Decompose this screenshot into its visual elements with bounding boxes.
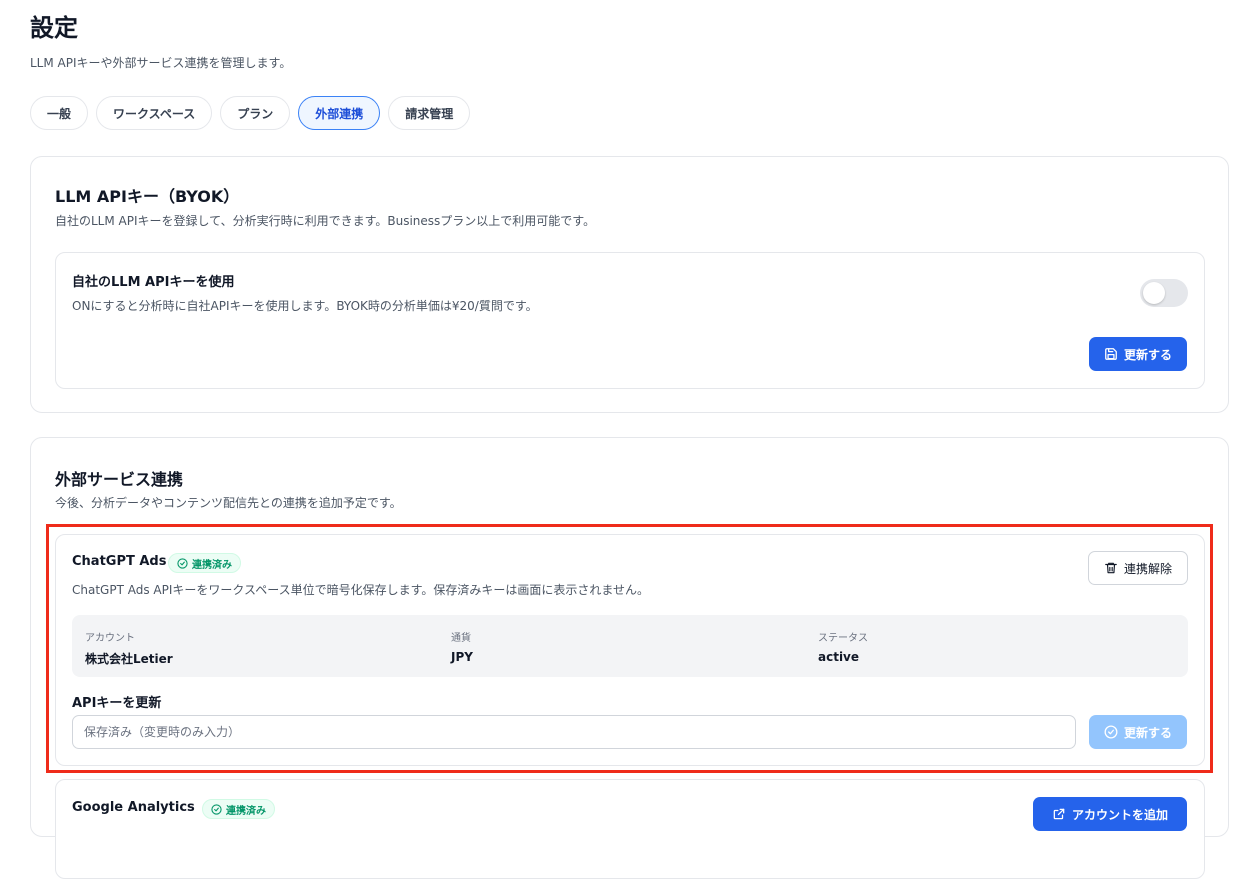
save-icon — [1104, 347, 1118, 361]
check-circle-icon — [211, 803, 222, 815]
llm-update-button[interactable]: 更新する — [1089, 337, 1187, 371]
add-account-button[interactable]: アカウントを追加 — [1033, 797, 1187, 831]
external-card-description: 今後、分析データやコンテンツ配信先との連携を追加予定です。 — [55, 496, 402, 510]
google-analytics-name: Google Analytics — [72, 800, 195, 815]
tab-plan[interactable]: プラン — [220, 96, 291, 130]
external-link-icon — [1052, 807, 1066, 821]
llm-card-description: 自社のLLM APIキーを登録して、分析実行時に利用できます。Businessプ… — [55, 214, 596, 228]
google-analytics-panel: Google Analytics 連携済み アカウントを追加 — [55, 779, 1205, 879]
byok-setting-title: 自社のLLM APIキーを使用 — [72, 275, 235, 290]
add-account-label: アカウントを追加 — [1071, 807, 1168, 822]
toggle-knob — [1143, 282, 1165, 304]
byok-setting-panel: 自社のLLM APIキーを使用 ONにすると分析時に自社APIキーを使用します。… — [55, 252, 1205, 389]
llm-update-label: 更新する — [1123, 347, 1172, 362]
byok-toggle[interactable] — [1140, 279, 1188, 307]
page-title: 設定 — [30, 14, 78, 42]
llm-card-title: LLM APIキー（BYOK） — [55, 187, 240, 206]
highlight-annotation-box — [46, 524, 1213, 773]
llm-api-key-card: LLM APIキー（BYOK） 自社のLLM APIキーを登録して、分析実行時に… — [30, 156, 1229, 413]
external-card-title: 外部サービス連携 — [55, 470, 184, 489]
page-subtitle: LLM APIキーや外部サービス連携を管理します。 — [30, 56, 292, 70]
connected-badge: 連携済み — [202, 799, 275, 819]
byok-setting-description: ONにすると分析時に自社APIキーを使用します。BYOK時の分析単価は¥20/質… — [72, 299, 538, 313]
ga-badge-label: 連携済み — [226, 805, 266, 817]
tab-general[interactable]: 一般 — [30, 96, 89, 130]
settings-tabs: 一般 ワークスペース プラン 外部連携 請求管理 — [30, 96, 471, 130]
tab-billing[interactable]: 請求管理 — [388, 96, 471, 130]
tab-integrations[interactable]: 外部連携 — [298, 96, 381, 130]
tab-workspace[interactable]: ワークスペース — [96, 96, 213, 130]
